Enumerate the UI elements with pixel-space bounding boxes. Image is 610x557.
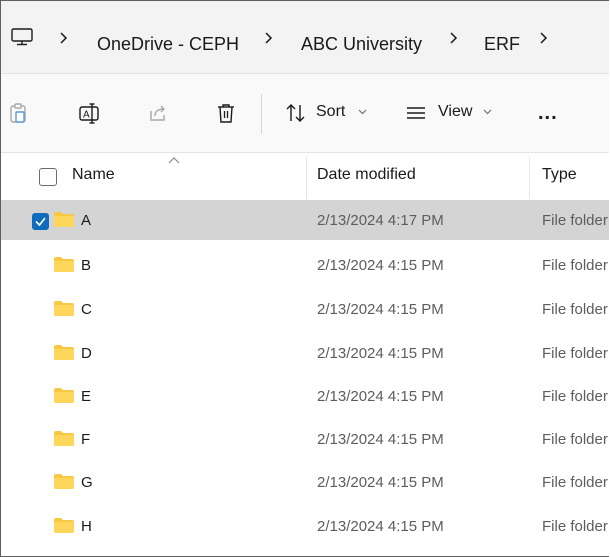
folder-icon [54, 301, 74, 316]
sort-icon[interactable] [285, 102, 307, 124]
file-row[interactable]: H 2/13/2024 4:15 PM File folder [1, 506, 609, 546]
column-header-row: Name Date modified Type [1, 153, 609, 199]
file-row[interactable]: E 2/13/2024 4:15 PM File folder [1, 376, 609, 416]
file-name: H [81, 518, 92, 535]
checkbox-checked-icon[interactable] [32, 213, 49, 230]
file-date-modified: 2/13/2024 4:17 PM [317, 212, 444, 229]
delete-icon[interactable] [215, 102, 237, 124]
column-divider[interactable] [529, 157, 530, 199]
file-name: E [81, 388, 92, 405]
file-date-modified: 2/13/2024 4:15 PM [317, 474, 444, 491]
folder-icon [54, 212, 74, 227]
breadcrumb-erf[interactable]: ERF [484, 34, 520, 55]
file-type: File folder [542, 257, 608, 274]
folder-icon [54, 257, 74, 272]
column-header-type[interactable]: Type [542, 166, 577, 184]
select-all-checkbox[interactable] [39, 168, 57, 186]
column-header-name[interactable]: Name [72, 166, 115, 184]
svg-text:A: A [83, 110, 90, 121]
file-type: File folder [542, 345, 608, 362]
rename-icon[interactable]: A [78, 102, 100, 124]
file-name: D [81, 345, 92, 362]
file-date-modified: 2/13/2024 4:15 PM [317, 257, 444, 274]
view-button[interactable]: View [438, 103, 472, 121]
more-icon[interactable]: ... [538, 102, 558, 125]
folder-icon [54, 518, 74, 533]
folder-icon [54, 388, 74, 403]
breadcrumb-abc-university[interactable]: ABC University [301, 34, 422, 55]
file-type: File folder [542, 301, 608, 318]
toolbar-divider [261, 94, 262, 134]
chevron-right-icon[interactable] [447, 31, 459, 45]
file-date-modified: 2/13/2024 4:15 PM [317, 518, 444, 535]
file-date-modified: 2/13/2024 4:15 PM [317, 345, 444, 362]
share-icon[interactable] [147, 102, 169, 124]
chevron-right-icon[interactable] [537, 31, 549, 45]
file-type: File folder [542, 212, 608, 229]
chevron-down-icon[interactable] [358, 109, 367, 115]
file-name: B [81, 257, 92, 274]
paste-icon[interactable] [7, 102, 29, 124]
folder-icon [54, 345, 74, 360]
chevron-up-icon [168, 157, 180, 164]
folder-icon [54, 474, 74, 489]
file-row[interactable]: G 2/13/2024 4:15 PM File folder [1, 462, 609, 502]
command-bar: A Sort View ... [1, 74, 609, 153]
address-bar[interactable]: OneDrive - CEPH ABC University ERF [1, 1, 609, 74]
sort-button[interactable]: Sort [316, 103, 345, 121]
file-name: G [81, 474, 93, 491]
file-name: F [81, 431, 91, 448]
file-name: A [81, 212, 92, 229]
column-divider[interactable] [306, 157, 307, 199]
file-type: File folder [542, 474, 608, 491]
file-type: File folder [542, 431, 608, 448]
file-name: C [81, 301, 92, 318]
file-row[interactable]: C 2/13/2024 4:15 PM File folder [1, 289, 609, 329]
file-row[interactable]: D 2/13/2024 4:15 PM File folder [1, 333, 609, 373]
file-type: File folder [542, 388, 608, 405]
file-date-modified: 2/13/2024 4:15 PM [317, 431, 444, 448]
file-row[interactable]: F 2/13/2024 4:15 PM File folder [1, 419, 609, 459]
file-date-modified: 2/13/2024 4:15 PM [317, 388, 444, 405]
file-type: File folder [542, 518, 608, 535]
chevron-right-icon[interactable] [57, 31, 69, 45]
file-date-modified: 2/13/2024 4:15 PM [317, 301, 444, 318]
chevron-right-icon[interactable] [262, 31, 274, 45]
view-icon[interactable] [405, 102, 427, 124]
breadcrumb-onedrive[interactable]: OneDrive - CEPH [97, 34, 239, 55]
file-explorer-window: OneDrive - CEPH ABC University ERF A Sor… [0, 0, 609, 557]
file-row[interactable]: B 2/13/2024 4:15 PM File folder [1, 245, 609, 285]
chevron-down-icon[interactable] [483, 109, 492, 115]
folder-icon [54, 431, 74, 446]
file-row[interactable]: A 2/13/2024 4:17 PM File folder [1, 200, 609, 240]
column-header-date-modified[interactable]: Date modified [317, 166, 416, 184]
computer-icon[interactable] [11, 28, 33, 46]
